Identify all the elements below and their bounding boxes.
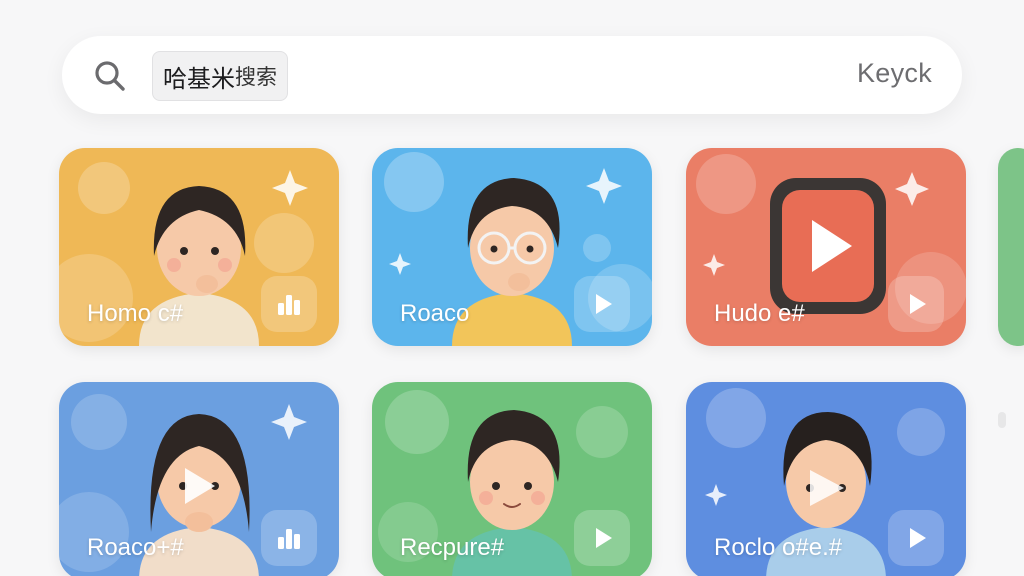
play-icon: [596, 528, 612, 548]
bar-chart-icon: [278, 529, 300, 549]
stats-button[interactable]: [261, 510, 317, 566]
video-card[interactable]: Roaco+#: [59, 382, 339, 576]
play-button[interactable]: [574, 510, 630, 566]
search-shortcut-hint: Keyck: [856, 58, 932, 88]
app-page: 哈基米 搜索 Keyck Homo c# Roaco Hudo e# Roaco…: [0, 0, 1024, 576]
search-bar[interactable]: 哈基米 搜索 Keyck: [62, 36, 962, 114]
video-card[interactable]: Roclo o#e.#: [686, 382, 966, 576]
stats-button[interactable]: [261, 276, 317, 332]
play-icon: [910, 294, 926, 314]
search-query-primary: 哈基米: [163, 64, 235, 93]
play-button[interactable]: [574, 276, 630, 332]
video-card[interactable]: Roaco: [372, 148, 652, 346]
play-icon: [910, 528, 926, 548]
play-icon: [596, 294, 612, 314]
card-title: Roclo o#e.#: [714, 534, 843, 561]
search-query-chip[interactable]: 哈基米 搜索: [152, 51, 288, 101]
bar-chart-icon: [278, 295, 300, 315]
search-query-secondary: 搜索: [235, 65, 277, 89]
card-title: Homo c#: [87, 300, 184, 327]
video-card-partial[interactable]: [998, 148, 1024, 346]
video-card[interactable]: Homo c#: [59, 148, 339, 346]
video-card[interactable]: Recpure#: [372, 382, 652, 576]
scroll-indicator: [998, 412, 1006, 428]
card-title: Roaco: [400, 300, 470, 327]
play-button[interactable]: [888, 510, 944, 566]
card-title: Recpure#: [400, 534, 505, 561]
card-title: Hudo e#: [714, 300, 805, 327]
play-button[interactable]: [888, 276, 944, 332]
search-icon[interactable]: [92, 58, 128, 94]
card-title: Roaco+#: [87, 534, 184, 561]
video-card[interactable]: Hudo e#: [686, 148, 966, 346]
